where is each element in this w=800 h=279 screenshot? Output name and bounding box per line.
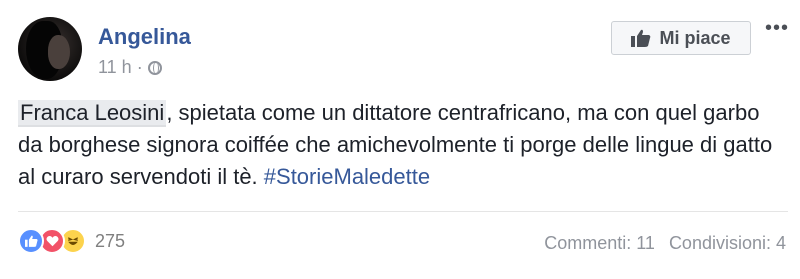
reactions-summary[interactable]: 275 — [18, 228, 125, 254]
divider — [18, 211, 788, 212]
meta-separator: · — [136, 57, 143, 77]
post-stats: Commenti: 11 Condivisioni: 4 — [544, 233, 786, 254]
avatar[interactable] — [18, 17, 82, 81]
like-icon — [18, 228, 44, 254]
tagged-name[interactable]: Franca Leosini — [18, 100, 167, 127]
hashtag-link[interactable]: #StorieMaledette — [264, 164, 430, 189]
post-text: Franca Leosini, spietata come un dittato… — [18, 97, 788, 193]
shares-count[interactable]: Condivisioni: 4 — [669, 233, 786, 254]
post-meta: 11 h · — [98, 57, 162, 78]
more-options-icon[interactable]: ••• — [765, 18, 789, 38]
like-page-label: Mi piace — [659, 27, 731, 48]
globe-icon[interactable] — [147, 60, 162, 75]
thumbs-up-icon — [631, 29, 651, 47]
like-page-button[interactable]: Mi piace — [611, 21, 751, 55]
comments-count[interactable]: Commenti: 11 — [544, 233, 655, 254]
author-name[interactable]: Angelina — [98, 24, 191, 50]
reaction-count: 275 — [95, 230, 126, 251]
post-time[interactable]: 11 h — [98, 57, 132, 78]
